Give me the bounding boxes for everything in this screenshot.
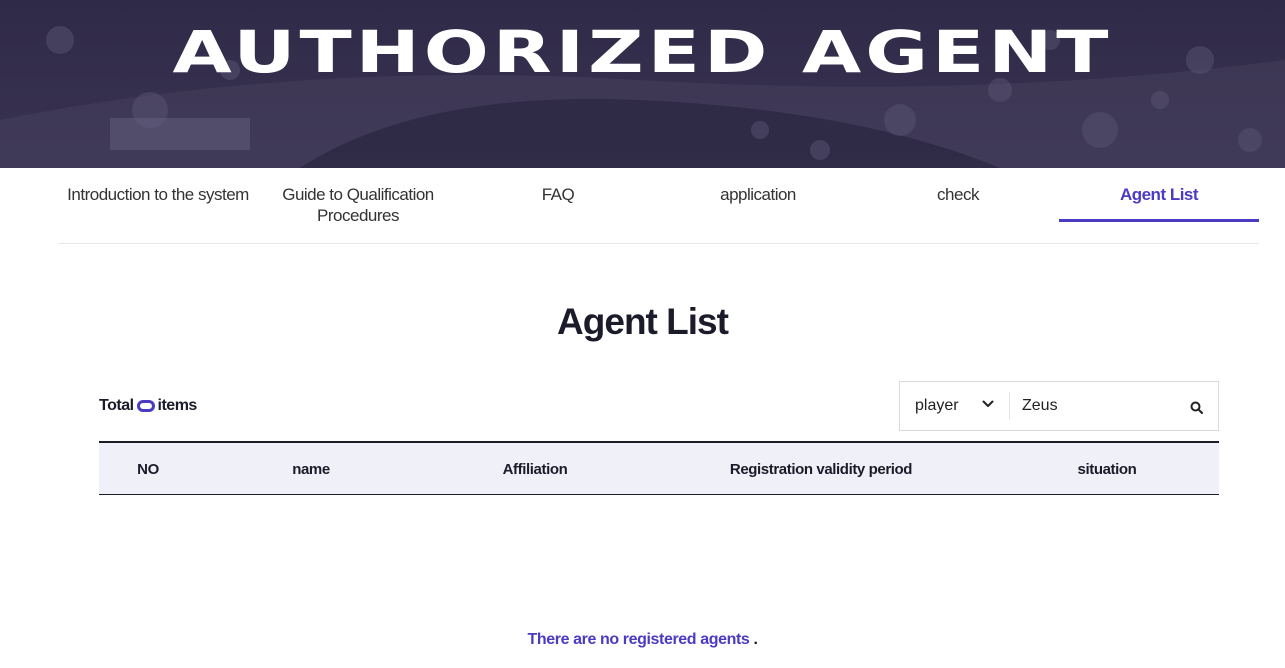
search-icon — [1190, 401, 1203, 414]
search-button[interactable] — [1184, 395, 1208, 419]
column-header-no: NO — [137, 460, 159, 478]
filter-select[interactable]: player — [900, 382, 1010, 430]
column-header-situation: situation — [1077, 460, 1137, 478]
column-header-validity-period: Registration validity period — [729, 460, 913, 478]
total-count: Total 0 items — [99, 396, 197, 416]
search-input[interactable] — [1022, 391, 1172, 421]
search-divider — [1009, 392, 1010, 420]
hero-banner: AUTHORIZED AGENT — [0, 0, 1285, 168]
tab-qualification-guide[interactable]: Guide to Qualification Procedures — [258, 168, 458, 225]
section-tabs: Introduction to the system Guide to Qual… — [58, 168, 1259, 244]
page-title: Agent List — [557, 301, 729, 342]
column-header-name: name — [292, 460, 330, 478]
chevron-down-icon — [982, 400, 994, 407]
tab-faq[interactable]: FAQ — [458, 168, 658, 222]
agent-table-header: NO name Affiliation Registration validit… — [99, 441, 1219, 495]
tab-introduction[interactable]: Introduction to the system — [58, 168, 258, 222]
empty-state: There are no registered agents . — [0, 630, 1285, 650]
empty-state-punctuation: . — [753, 631, 758, 648]
search-bar: player — [899, 381, 1219, 431]
column-header-affiliation: Affiliation — [502, 460, 568, 478]
tab-agent-list[interactable]: Agent List — [1059, 168, 1259, 222]
tab-check[interactable]: check — [858, 168, 1058, 222]
total-count-value: 0 — [136, 400, 155, 412]
hero-title: AUTHORIZED AGENT — [172, 18, 1113, 86]
total-suffix: items — [157, 397, 198, 414]
filter-select-value: player — [915, 397, 959, 414]
tab-application[interactable]: application — [658, 168, 858, 222]
total-label: Total — [99, 397, 134, 414]
empty-state-message: There are no registered agents — [527, 631, 750, 648]
